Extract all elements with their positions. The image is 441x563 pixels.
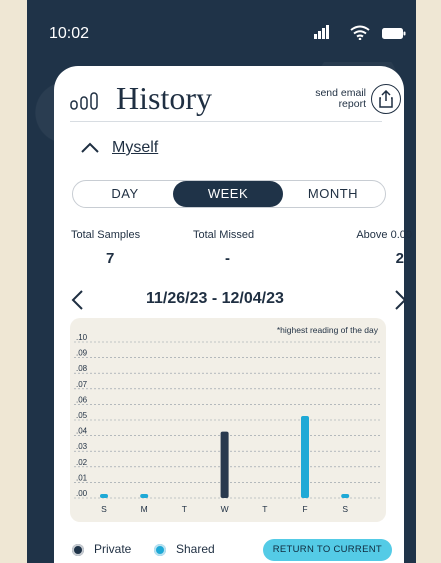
history-card: History send email report Myself DAY WEE… [54,66,412,563]
bar [100,494,108,498]
legend-row: Private Shared RETURN TO CURRENT [72,539,392,563]
readings-chart-svg: *highest reading of the day .10 .09 .08 .07.… [74,325,382,514]
tab-month[interactable]: MONTH [281,181,385,207]
total-samples-label: Total Samples [71,229,141,241]
battery-icon [382,28,406,39]
y-tick-label: .05 [76,411,88,420]
next-week-icon[interactable] [394,289,408,311]
chart-annotation: *highest reading of the day [277,325,379,335]
phone-screen: 10:02 History send email report Myself D… [27,0,416,563]
y-tick-label: .07 [76,380,88,389]
bar [301,416,309,498]
x-tick-label: W [221,504,229,514]
previous-week-icon[interactable] [70,289,84,311]
tab-week[interactable]: WEEK [173,181,283,207]
private-legend-label: Private [94,542,132,556]
x-tick-label: F [302,504,307,514]
bar [140,494,149,498]
send-email-report-link[interactable]: send email report [286,88,366,110]
x-tick-label: T [182,504,187,514]
total-missed-value: - [225,250,230,267]
shared-legend-label: Shared [176,542,215,556]
y-tick-label: .09 [76,349,88,358]
y-tick-label: .04 [76,427,88,436]
tab-day[interactable]: DAY [73,181,177,207]
user-selector[interactable]: Myself [112,139,158,157]
y-tick-label: .06 [76,395,88,404]
status-bar: 10:02 [27,0,416,62]
total-missed-label: Total Missed [193,229,255,241]
x-tick-label: S [342,504,348,514]
status-time: 10:02 [49,25,90,42]
y-tick-label: .00 [76,489,88,498]
return-to-current-button[interactable]: RETURN TO CURRENT [262,539,392,561]
period-tabs: DAY WEEK MONTH [72,180,386,208]
y-tick-label: .08 [76,364,88,373]
shared-legend-dot [154,544,166,556]
wifi-icon [350,25,370,40]
bar [220,431,229,498]
x-tick-label: T [262,504,267,514]
page-title: History [116,80,212,116]
y-tick-label: .10 [76,333,88,342]
x-tick-label: M [141,504,148,514]
private-legend-dot [72,544,84,556]
share-button[interactable] [371,84,401,114]
date-range: 11/26/23 - 12/04/23 [146,290,284,307]
total-samples-value: 7 [106,250,115,267]
bar [341,494,350,498]
above-threshold-label: Above 0.00 [356,229,412,241]
y-tick-label: .01 [76,473,88,482]
y-tick-label: .02 [76,458,88,467]
x-tick-label: S [101,504,107,514]
chevron-up-icon[interactable] [80,142,100,154]
bar-chart-icon [70,92,98,110]
above-threshold-value: 2 [395,250,404,267]
header-divider [70,121,382,122]
signal-icon [314,25,329,39]
y-tick-label: .03 [76,442,88,451]
share-icon [379,90,393,108]
readings-chart: *highest reading of the day .10 .09 .08 .07.… [70,318,386,522]
